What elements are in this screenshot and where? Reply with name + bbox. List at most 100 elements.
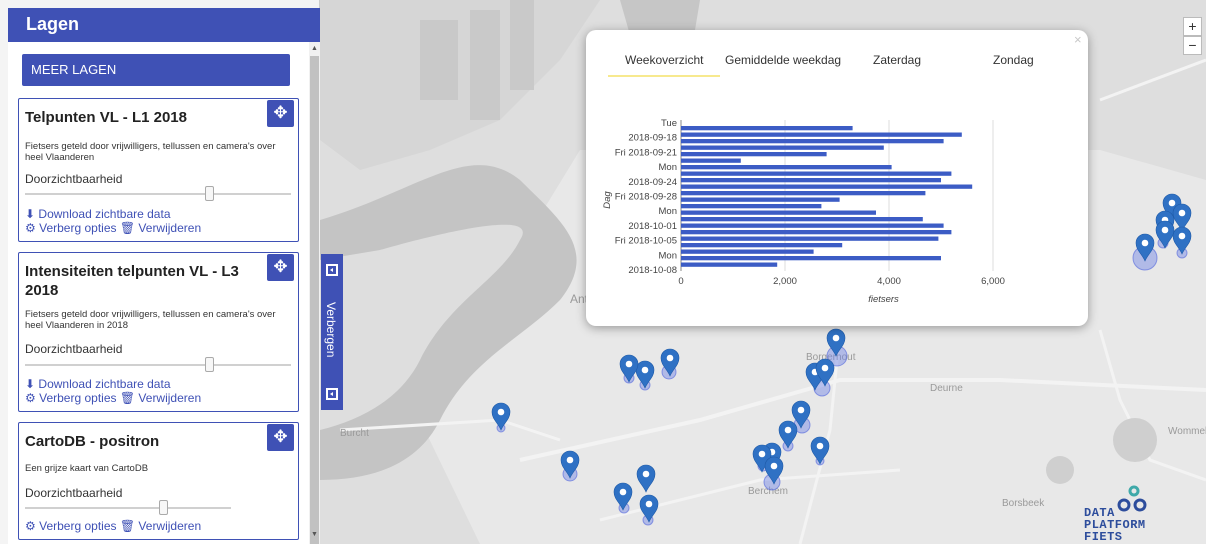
opacity-slider-handle[interactable] xyxy=(205,186,214,201)
download-label: Download zichtbare data xyxy=(38,207,171,221)
hide-sidebar-toggle[interactable]: Verbergen xyxy=(321,254,343,410)
bar[interactable] xyxy=(681,139,944,144)
collapse-icon[interactable] xyxy=(326,264,338,276)
bar[interactable] xyxy=(681,152,827,157)
zoom-out-button[interactable]: − xyxy=(1183,36,1202,55)
bar[interactable] xyxy=(681,165,892,170)
gear-icon[interactable]: ⚙ xyxy=(25,221,36,235)
toggle-label: Verbergen xyxy=(324,302,338,358)
bar[interactable] xyxy=(681,171,952,176)
layer-actions: ⚙ Verberg opties 🗑 Verwijderen xyxy=(25,391,201,405)
more-layers-button[interactable]: MEER LAGEN xyxy=(22,54,290,86)
layer-title: Intensiteiten telpunten VL - L3 2018 xyxy=(25,262,239,300)
bar[interactable] xyxy=(681,249,814,254)
marker-dot xyxy=(1141,239,1149,247)
layer-description: Fietsers geteld door vrijwilligers, tell… xyxy=(25,309,276,331)
trash-icon[interactable]: 🗑 xyxy=(120,391,135,405)
layer-title-line: 2018 xyxy=(25,282,59,299)
bar-chart: Tue 2018-09-18 Fri 2018-09-21 Mon 2018-09-24… xyxy=(602,118,1005,305)
download-link[interactable]: ⬇ Download zichtbare data xyxy=(25,207,171,221)
move-icon[interactable]: ✥ xyxy=(267,254,294,281)
logo-text: FIETS xyxy=(1084,530,1123,544)
bar[interactable] xyxy=(681,217,923,222)
bar[interactable] xyxy=(681,197,840,202)
bar[interactable] xyxy=(681,223,944,228)
marker-dot xyxy=(497,408,505,416)
data-platform-fiets-logo: DATA PLATFORM FIETS xyxy=(1084,485,1154,544)
opacity-label: Doorzichtbaarheid xyxy=(25,486,123,500)
remove-link[interactable]: Verwijderen xyxy=(138,391,201,405)
layers-panel[interactable]: MEER LAGEN Telpunten VL - L1 2018 ✥ Fiet… xyxy=(8,42,309,544)
bar[interactable] xyxy=(681,236,939,241)
map-marker-icon[interactable] xyxy=(1172,226,1192,255)
remove-link[interactable]: Verwijderen xyxy=(138,519,201,533)
scrollbar-thumb[interactable] xyxy=(310,56,319,544)
bar[interactable] xyxy=(681,262,778,267)
map-marker-icon[interactable] xyxy=(778,420,798,449)
scroll-down-icon[interactable]: ▼ xyxy=(311,531,318,538)
marker-dot xyxy=(758,450,766,458)
map-marker-icon[interactable] xyxy=(613,482,633,511)
map-marker-icon[interactable] xyxy=(491,402,511,431)
y-tick-label: Mon xyxy=(659,206,677,217)
marker-dot xyxy=(832,334,840,342)
download-icon: ⬇ xyxy=(25,207,36,221)
map-marker-icon[interactable] xyxy=(810,436,830,465)
marker-dot xyxy=(1161,226,1169,234)
bar[interactable] xyxy=(681,145,884,150)
chart-popup: × Weekoverzicht Gemiddelde weekdag Zater… xyxy=(586,30,1088,326)
opacity-slider-track[interactable] xyxy=(25,364,291,366)
bar[interactable] xyxy=(681,210,876,215)
move-icon[interactable]: ✥ xyxy=(267,100,294,127)
collapse-icon[interactable] xyxy=(326,388,338,400)
marker-dot xyxy=(821,364,829,372)
bar[interactable] xyxy=(681,158,741,163)
bar[interactable] xyxy=(681,191,926,196)
opacity-slider-track[interactable] xyxy=(25,193,291,195)
opacity-slider-handle[interactable] xyxy=(205,357,214,372)
opacity-slider-handle[interactable] xyxy=(159,500,168,515)
marker-dot xyxy=(816,442,824,450)
bar[interactable] xyxy=(681,126,853,131)
bar[interactable] xyxy=(681,230,952,235)
opacity-label: Doorzichtbaarheid xyxy=(25,342,123,356)
y-tick-label: 2018-09-24 xyxy=(628,177,677,188)
layer-actions: ⚙ Verberg opties 🗑 Verwijderen xyxy=(25,519,201,533)
bar[interactable] xyxy=(681,204,822,209)
marker-dot xyxy=(1178,232,1186,240)
hide-options-link[interactable]: Verberg opties xyxy=(39,391,116,405)
move-icon[interactable]: ✥ xyxy=(267,424,294,451)
download-link[interactable]: ⬇ Download zichtbare data xyxy=(25,377,171,391)
download-icon: ⬇ xyxy=(25,377,36,391)
opacity-slider-track[interactable] xyxy=(25,507,231,509)
download-label: Download zichtbare data xyxy=(38,377,171,391)
x-tick-label: 4,000 xyxy=(877,276,901,287)
y-tick-label: 2018-10-08 xyxy=(628,265,677,276)
gear-icon[interactable]: ⚙ xyxy=(25,391,36,405)
y-tick-label: Fri 2018-09-21 xyxy=(615,147,677,158)
scroll-up-icon[interactable]: ▲ xyxy=(311,45,318,52)
trash-icon[interactable]: 🗑 xyxy=(120,519,135,533)
sidebar-scrollbar[interactable]: ▲ ▼ xyxy=(309,42,320,544)
layer-title: Telpunten VL - L1 2018 xyxy=(25,109,187,126)
bar[interactable] xyxy=(681,132,962,137)
map-marker-icon[interactable] xyxy=(639,494,659,523)
gear-icon[interactable]: ⚙ xyxy=(25,519,36,533)
hide-options-link[interactable]: Verberg opties xyxy=(39,221,116,235)
layers-sidebar: Lagen MEER LAGEN Telpunten VL - L1 2018 … xyxy=(0,0,320,544)
bar[interactable] xyxy=(681,256,941,261)
zoom-in-button[interactable]: + xyxy=(1183,17,1202,36)
bar[interactable] xyxy=(681,184,973,189)
layer-title-line: Intensiteiten telpunten VL - L3 xyxy=(25,263,239,280)
y-tick-label: Fri 2018-09-28 xyxy=(615,192,677,203)
bar[interactable] xyxy=(681,178,941,183)
layer-description: Een grijze kaart van CartoDB xyxy=(25,463,149,474)
marker-dot xyxy=(641,366,649,374)
remove-link[interactable]: Verwijderen xyxy=(138,221,201,235)
map-marker-icon[interactable] xyxy=(619,354,639,383)
map-marker-icon[interactable] xyxy=(636,464,656,493)
hide-options-link[interactable]: Verberg opties xyxy=(39,519,116,533)
bar[interactable] xyxy=(681,243,843,248)
map-marker-icon[interactable] xyxy=(635,360,655,389)
trash-icon[interactable]: 🗑 xyxy=(120,221,135,235)
